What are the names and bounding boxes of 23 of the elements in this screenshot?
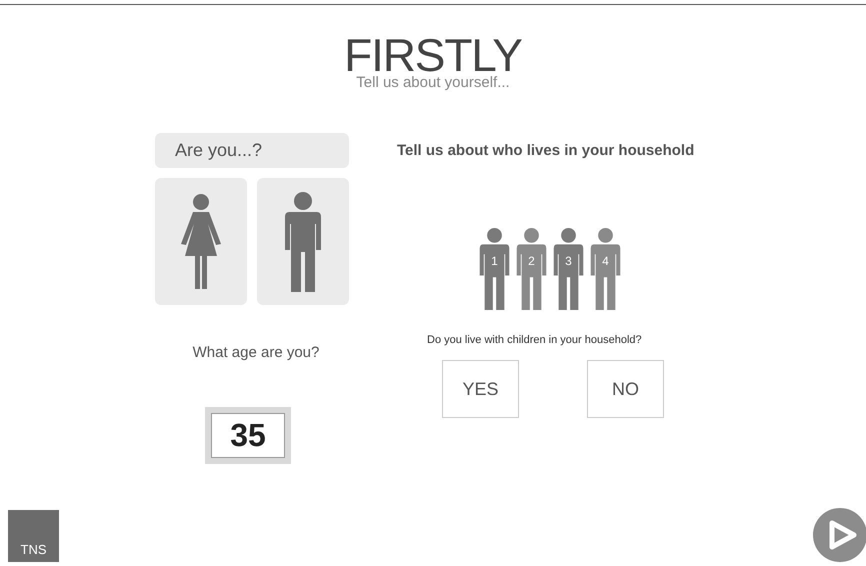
page-title: FIRSTLY [344, 35, 522, 75]
person-icon [477, 228, 512, 310]
woman-icon [181, 194, 221, 289]
tns-logo: TNS [8, 510, 59, 562]
play-icon[interactable] [812, 508, 866, 562]
household-question: Tell us about who lives in your household [397, 141, 694, 161]
person-icon [514, 228, 549, 310]
person-icon [551, 228, 586, 310]
member-number: 2 [527, 252, 536, 270]
age-question: What age are you? [192, 343, 320, 363]
gender-option[interactable] [155, 178, 247, 305]
children-question: Do you live with children in your household? [427, 332, 643, 348]
member-number: 4 [601, 252, 610, 270]
question-banner: Are you...? [155, 133, 349, 168]
member-number: 3 [564, 252, 573, 270]
page-subtitle: Tell us about yourself... [356, 75, 510, 91]
answer-button[interactable]: NO [587, 360, 664, 418]
person-icon [588, 228, 623, 310]
gender-option[interactable] [257, 178, 349, 305]
man-icon [283, 192, 323, 292]
member-number: 1 [490, 252, 499, 270]
age-field[interactable]: 35 [211, 412, 285, 458]
answer-button[interactable]: YES [442, 360, 519, 418]
